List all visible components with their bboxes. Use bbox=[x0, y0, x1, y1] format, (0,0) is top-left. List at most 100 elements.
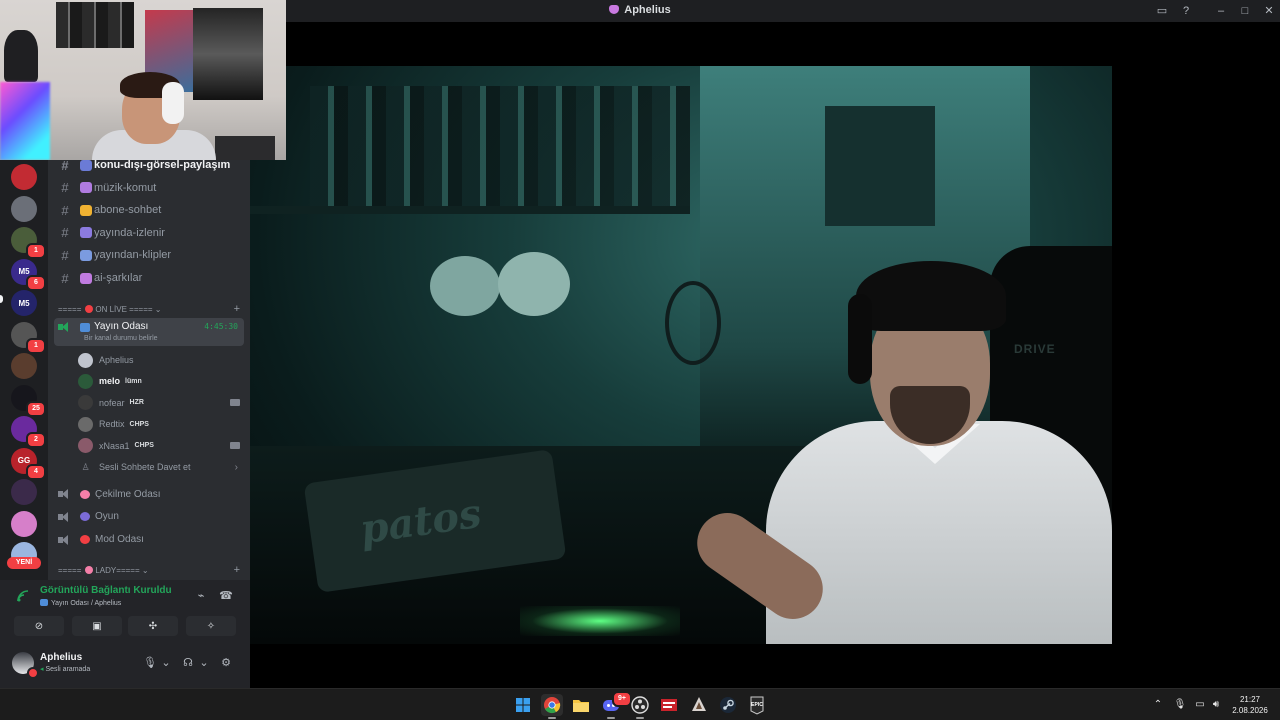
text-channel-label: yayında-izlenir bbox=[94, 226, 165, 239]
avatar bbox=[78, 373, 93, 389]
text-channel[interactable]: # ai-şarkılar bbox=[56, 267, 244, 289]
invite-to-voice[interactable]: ♙ Sesli Sohbete Davet et › bbox=[78, 457, 244, 477]
category-lady[interactable]: ===== LADY ===== ⌄ + bbox=[58, 563, 244, 577]
volume-icon[interactable]: 🔊︎ bbox=[1209, 698, 1223, 712]
server-icon[interactable] bbox=[11, 479, 37, 505]
file-explorer-app[interactable] bbox=[570, 694, 592, 716]
voice-channel-yayin-odasi[interactable]: Yayın Odası 4:45:30 Bir kanal durumu bel… bbox=[54, 318, 244, 346]
text-channel[interactable]: # abone-sohbet bbox=[56, 199, 244, 221]
channel-emoji-icon bbox=[80, 182, 92, 194]
headphones-icon[interactable]: ☊ bbox=[181, 656, 195, 670]
text-channel[interactable]: # müzik-komut bbox=[56, 177, 244, 199]
help-icon[interactable]: ? bbox=[1178, 3, 1194, 19]
clan-tag: lümn bbox=[125, 377, 142, 385]
taskbar: 9+ EPIC ⌃ 🎙︎ ▭ 🔊︎ 21:27 2.08.2026 bbox=[0, 688, 1280, 720]
text-channel[interactable]: # konu-dışı-görsel-paylaşım bbox=[56, 160, 244, 176]
text-channel-label: müzik-komut bbox=[94, 181, 157, 194]
presence-dot bbox=[27, 667, 39, 679]
stream-stage[interactable]: patos DRIVE bbox=[250, 22, 1280, 688]
text-channel-label: konu-dışı-görsel-paylaşım bbox=[94, 160, 231, 171]
avatar bbox=[78, 416, 93, 432]
notification-badge: 25 bbox=[26, 400, 46, 417]
chrome-icon bbox=[544, 697, 561, 714]
avatar bbox=[78, 395, 93, 411]
voice-channel[interactable]: Çekilme Odası bbox=[54, 483, 244, 505]
server-icon[interactable] bbox=[11, 164, 37, 190]
text-channel[interactable]: # yayından-klipler bbox=[56, 244, 244, 266]
user-name[interactable]: Aphelius bbox=[40, 652, 82, 663]
obs-icon bbox=[631, 696, 649, 714]
connection-channel[interactable]: Yayın Odası / Aphelius bbox=[40, 599, 121, 607]
activities-button[interactable]: ✣ bbox=[128, 616, 178, 636]
notification-badge: 1 bbox=[26, 243, 46, 259]
member-name: nofear bbox=[99, 397, 125, 408]
voice-member[interactable]: nofear HZR bbox=[78, 393, 244, 413]
server-icon[interactable] bbox=[11, 510, 37, 537]
game-app[interactable] bbox=[688, 694, 710, 716]
close-button[interactable]: ✕ bbox=[1261, 3, 1277, 19]
display-icon[interactable]: ▭ bbox=[1193, 698, 1207, 712]
channel-emoji-icon bbox=[80, 160, 92, 171]
inbox-icon[interactable]: ▭ bbox=[1154, 3, 1170, 19]
clock-time: 21:27 bbox=[1239, 695, 1261, 704]
server-label bbox=[11, 479, 37, 505]
new-badge[interactable]: YENİ bbox=[7, 557, 41, 569]
obs-app[interactable] bbox=[629, 694, 651, 716]
minimize-button[interactable]: – bbox=[1213, 3, 1229, 19]
microphone-icon[interactable]: 🎙︎ bbox=[143, 656, 157, 670]
channel-status[interactable]: Bir kanal durumu belirle bbox=[84, 335, 158, 342]
settings-gear-icon[interactable]: ⚙ bbox=[219, 656, 233, 670]
server-icon[interactable] bbox=[11, 353, 37, 379]
channel-emoji-icon bbox=[80, 204, 92, 216]
signal-icon[interactable] bbox=[16, 589, 30, 603]
server-icon[interactable] bbox=[11, 195, 37, 222]
discord-app[interactable]: 9+ bbox=[600, 691, 632, 716]
notification-badge: 4 bbox=[26, 463, 46, 480]
voice-channel[interactable]: Mod Odası bbox=[54, 529, 244, 551]
text-channel[interactable]: # yayında-izlenir bbox=[56, 222, 244, 244]
noise-suppression-icon[interactable]: ⌁ bbox=[194, 589, 208, 603]
speaker-icon bbox=[58, 534, 72, 546]
screen-share-button[interactable]: ▣ bbox=[72, 616, 122, 636]
channel-emoji-icon bbox=[80, 323, 90, 332]
microphone-tray-icon[interactable]: 🎙︎ bbox=[1173, 698, 1187, 712]
news-icon bbox=[661, 699, 677, 711]
notification-badge: 1 bbox=[26, 337, 46, 354]
chevron-down-icon[interactable]: ⌄ bbox=[197, 656, 211, 670]
folder-icon bbox=[573, 700, 589, 712]
chrome-app[interactable] bbox=[541, 694, 563, 716]
server-icon[interactable]: M5 bbox=[11, 290, 37, 316]
maximize-button[interactable]: □ bbox=[1237, 3, 1253, 19]
steam-app[interactable] bbox=[717, 694, 739, 716]
system-clock[interactable]: 21:27 2.08.2026 bbox=[1226, 694, 1274, 716]
voice-member[interactable]: melo lümn bbox=[78, 371, 244, 391]
epic-games-icon: EPIC bbox=[750, 696, 764, 715]
hash-icon: # bbox=[61, 160, 69, 173]
server-label bbox=[11, 353, 37, 379]
unread-indicator bbox=[0, 295, 3, 303]
camera-off-button[interactable]: ⊘ bbox=[14, 616, 64, 636]
start-button[interactable] bbox=[512, 694, 534, 716]
add-channel-icon[interactable]: + bbox=[234, 303, 240, 315]
category-on-live[interactable]: ===== ON LİVE ===== ⌄ + bbox=[58, 302, 244, 316]
tray-overflow-icon[interactable]: ⌃ bbox=[1151, 698, 1165, 712]
add-channel-icon[interactable]: + bbox=[234, 564, 240, 576]
disconnect-icon[interactable]: ☎ bbox=[219, 589, 233, 603]
voice-member[interactable]: Aphelius bbox=[78, 350, 244, 370]
voice-member[interactable]: Redtix CHPS bbox=[78, 414, 244, 434]
camera-icon bbox=[230, 442, 240, 450]
chevron-down-icon[interactable]: ⌄ bbox=[159, 656, 173, 670]
voice-channel[interactable]: Oyun bbox=[54, 506, 244, 528]
voice-status-icon: ◂ bbox=[40, 666, 44, 673]
server-label bbox=[11, 164, 37, 190]
voice-connection-panel: Görüntülü Bağlantı Kuruldu Yayın Odası /… bbox=[0, 580, 250, 640]
lady-icon bbox=[85, 566, 94, 574]
news-app[interactable] bbox=[658, 694, 680, 716]
voice-member[interactable]: xNasa1 CHPS bbox=[78, 436, 244, 456]
epic-games-app[interactable]: EPIC bbox=[746, 694, 768, 716]
voice-channel-label: Oyun bbox=[95, 511, 119, 523]
user-panel: Aphelius ◂ Sesli aramada 🎙︎ ⌄ ☊ ⌄ ⚙ bbox=[0, 640, 250, 688]
soundboard-button[interactable]: ✧ bbox=[186, 616, 236, 636]
stream-video[interactable]: patos DRIVE bbox=[250, 66, 1112, 644]
server-label bbox=[11, 511, 37, 537]
